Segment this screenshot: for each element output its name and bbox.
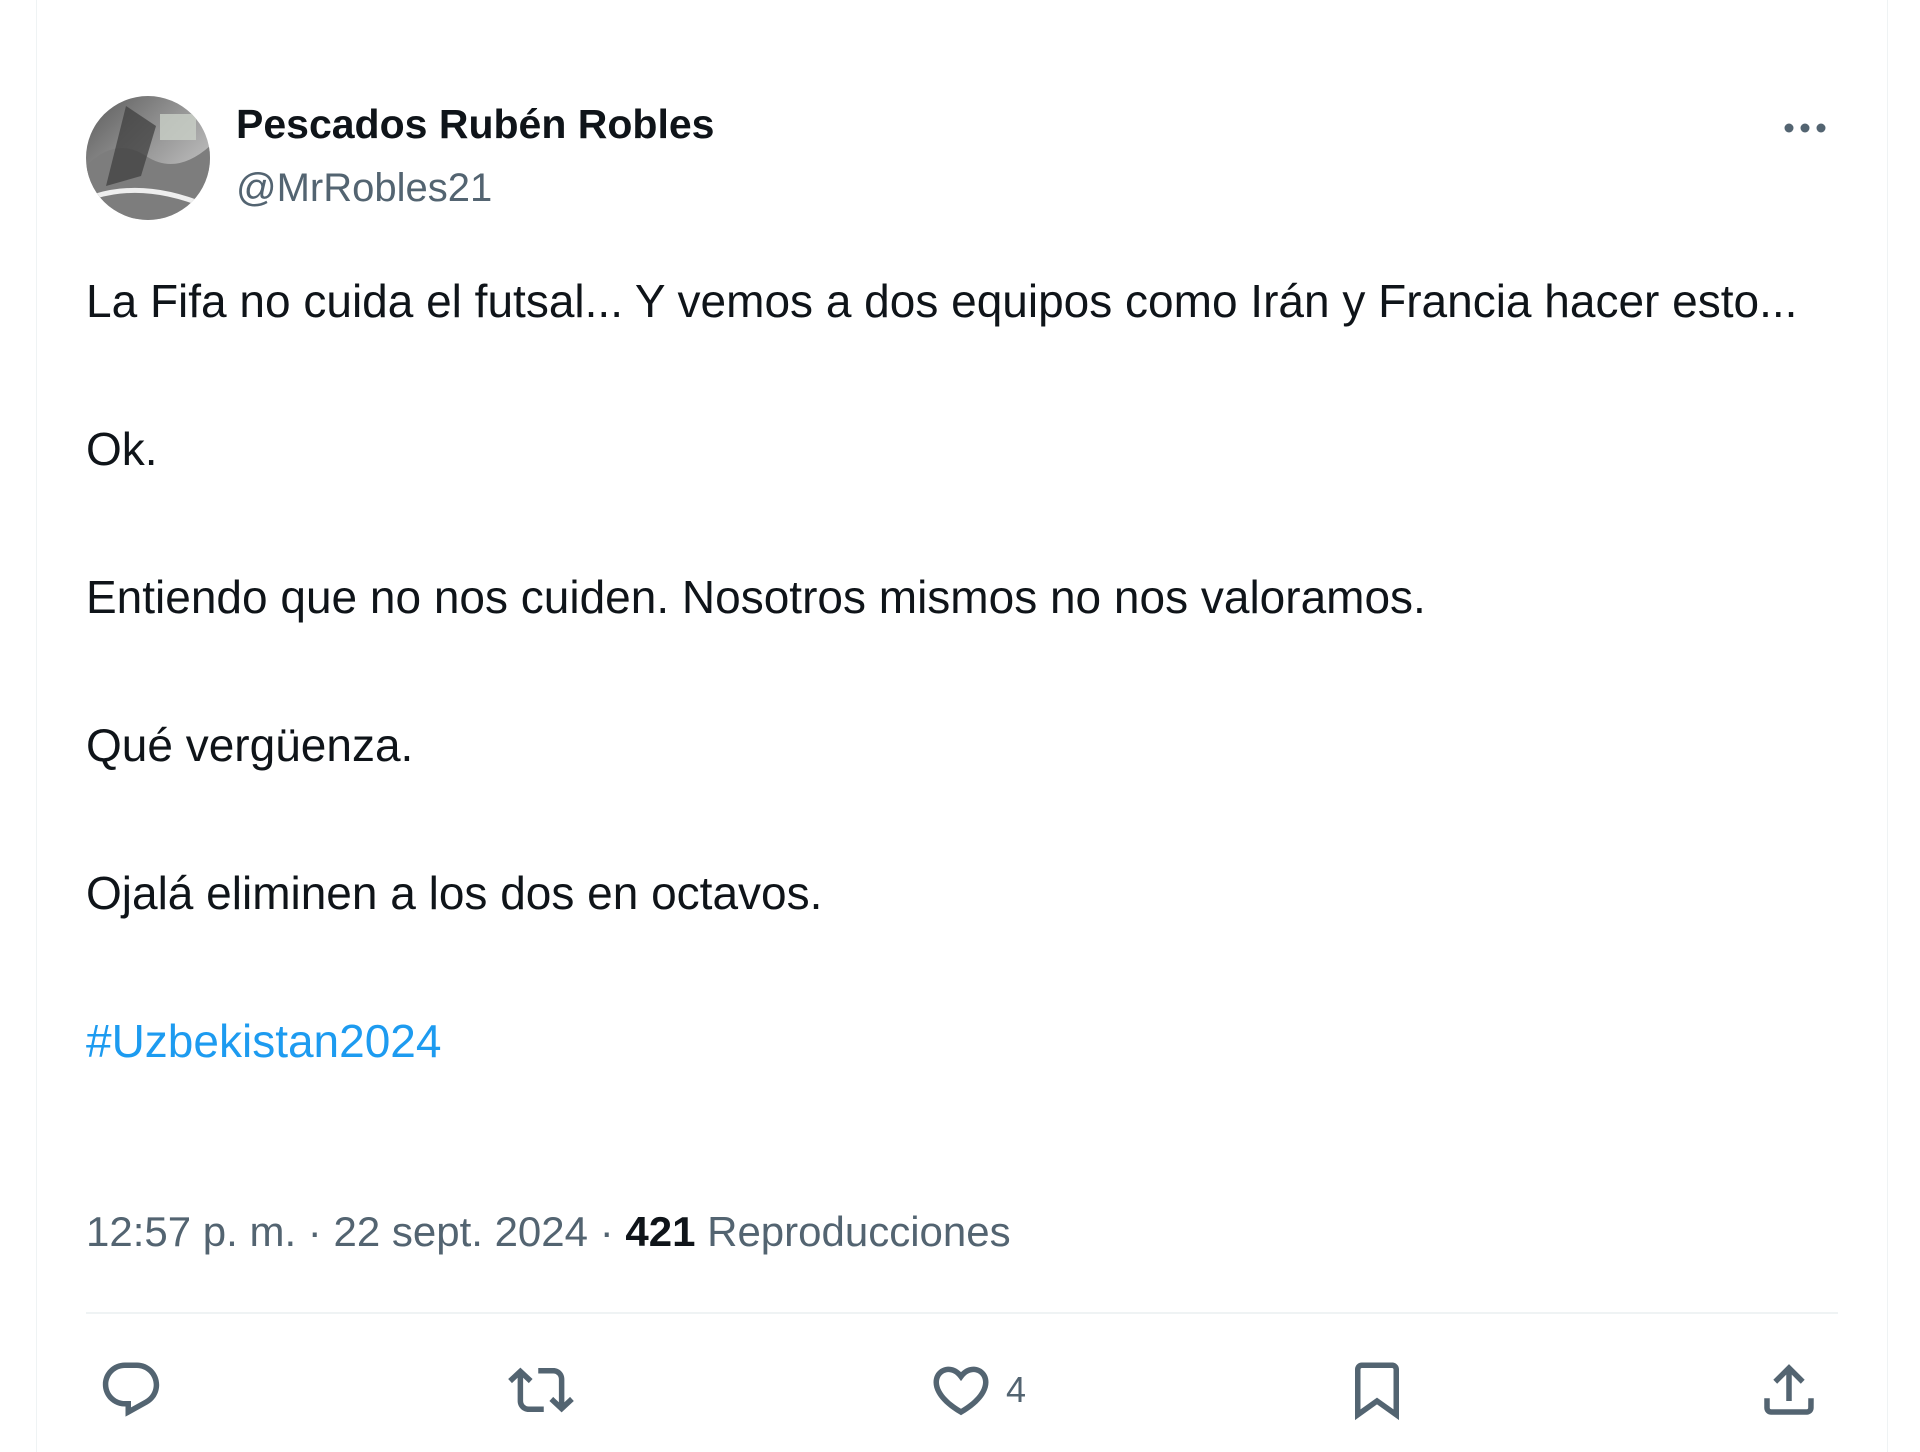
views-count: 421 bbox=[625, 1208, 696, 1255]
like-count: 4 bbox=[1006, 1369, 1027, 1410]
tweet-text: La Fifa no cuida el futsal... Y vemos a … bbox=[86, 264, 1866, 1078]
avatar[interactable] bbox=[86, 96, 210, 220]
hashtag-line: #Uzbekistan2024 bbox=[86, 1004, 1866, 1078]
share-icon bbox=[1764, 1364, 1814, 1415]
meta-separator: · bbox=[307, 1208, 322, 1255]
tweet-time[interactable]: 12:57 p. m. bbox=[86, 1208, 296, 1255]
tweet-paragraph: Qué vergüenza. bbox=[86, 719, 414, 771]
hashtag-link[interactable]: #Uzbekistan2024 bbox=[86, 1015, 441, 1067]
tweet-paragraph: Ojalá eliminen a los dos en octavos. bbox=[86, 867, 823, 919]
user-handle[interactable]: @MrRobles21 bbox=[236, 162, 492, 214]
views-label: Reproducciones bbox=[707, 1208, 1011, 1255]
reply-icon bbox=[102, 1362, 160, 1417]
heart-icon bbox=[933, 1366, 989, 1416]
divider bbox=[86, 1312, 1838, 1314]
share-button[interactable] bbox=[1756, 1352, 1822, 1428]
tweet-metadata: 12:57 p. m. · 22 sept. 2024 · 421 Reprod… bbox=[86, 1202, 1011, 1262]
profile-photo-icon bbox=[86, 96, 210, 220]
more-options-button[interactable] bbox=[1772, 100, 1838, 156]
bookmark-button[interactable] bbox=[1344, 1352, 1410, 1428]
retweet-icon bbox=[508, 1367, 574, 1413]
display-name[interactable]: Pescados Rubén Robles bbox=[236, 98, 714, 150]
retweet-button[interactable] bbox=[508, 1352, 574, 1428]
reply-button[interactable] bbox=[98, 1352, 164, 1428]
like-button[interactable]: 4 bbox=[928, 1352, 1026, 1428]
tweet-paragraph: Entiendo que no nos cuiden. Nosotros mis… bbox=[86, 571, 1426, 623]
bookmark-icon bbox=[1355, 1362, 1399, 1421]
tweet-date[interactable]: 22 sept. 2024 bbox=[333, 1208, 588, 1255]
more-dots-icon bbox=[1784, 123, 1826, 133]
meta-separator: · bbox=[599, 1208, 614, 1255]
tweet-paragraph: Ok. bbox=[86, 423, 158, 475]
tweet-paragraph: La Fifa no cuida el futsal... Y vemos a … bbox=[86, 275, 1798, 327]
